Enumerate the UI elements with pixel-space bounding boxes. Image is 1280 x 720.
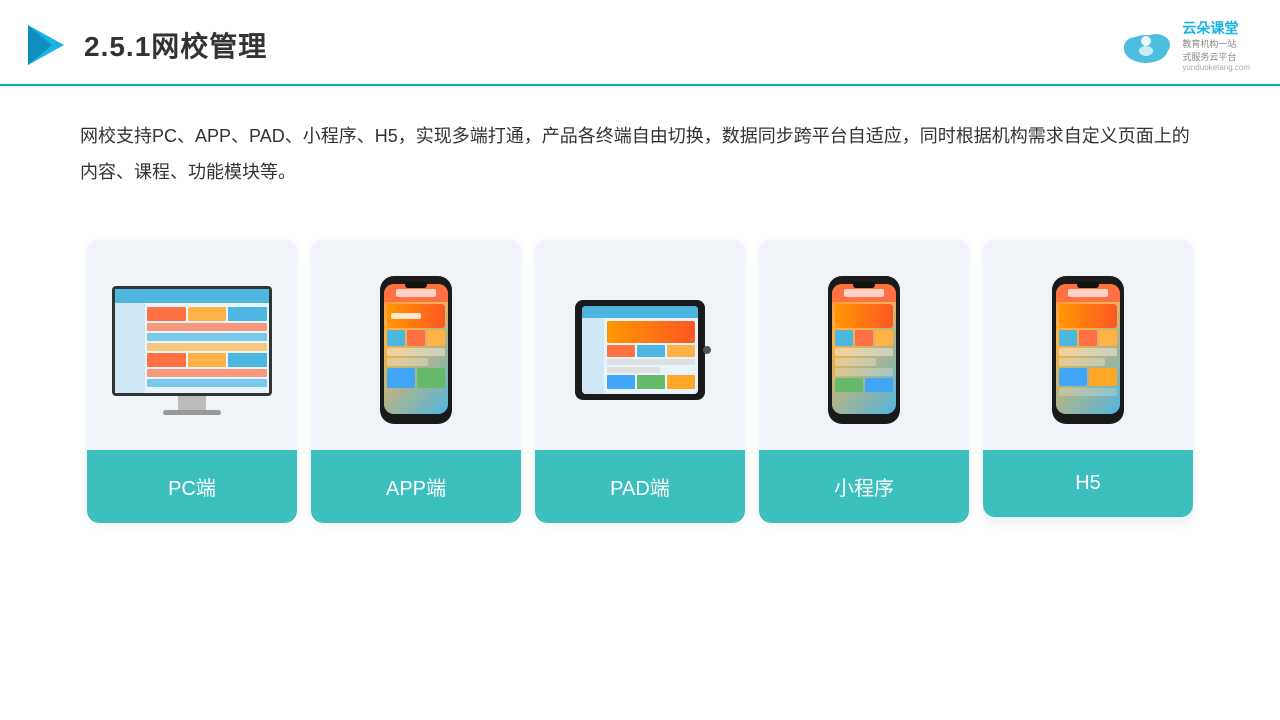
logo-domain: yunduoketang.com (1182, 63, 1250, 72)
monitor-mockup (112, 286, 272, 415)
card-label-pc: PC端 (87, 450, 297, 523)
play-icon (20, 21, 68, 69)
card-label-miniprogram: 小程序 (759, 450, 969, 523)
description-text: 网校支持PC、APP、PAD、小程序、H5，实现多端打通，产品各终端自由切换，数… (0, 86, 1280, 210)
card-image-miniprogram (759, 240, 969, 450)
card-miniprogram: 小程序 (759, 240, 969, 523)
card-label-app: APP端 (311, 450, 521, 523)
card-app: APP端 (311, 240, 521, 523)
card-image-pc (87, 240, 297, 450)
card-image-pad (535, 240, 745, 450)
phone-mockup-h5 (1052, 276, 1124, 424)
card-image-app (311, 240, 521, 450)
page-title: 2.5.1网校管理 (84, 25, 267, 65)
cards-container: PC端 (0, 220, 1280, 543)
logo-text-block: 云朵课堂 教育机构一站 式服务云平台 yunduoketang.com (1182, 18, 1250, 72)
card-label-pad: PAD端 (535, 450, 745, 523)
monitor-screen (112, 286, 272, 396)
logo-subtitle: 教育机构一站 式服务云平台 (1182, 38, 1250, 63)
cloud-logo-icon (1116, 23, 1176, 67)
header-left: 2.5.1网校管理 (20, 21, 267, 69)
card-h5: H5 (983, 240, 1193, 523)
phone-mockup-mini (828, 276, 900, 424)
card-pc: PC端 (87, 240, 297, 523)
card-pad: PAD端 (535, 240, 745, 523)
tablet-mockup (575, 300, 705, 400)
card-label-h5: H5 (983, 450, 1193, 517)
card-image-h5 (983, 240, 1193, 450)
header: 2.5.1网校管理 云朵课堂 教育机构一站 式服务云平台 yunduoketan… (0, 0, 1280, 86)
logo-brand-name: 云朵课堂 (1182, 18, 1250, 38)
phone-mockup-app (380, 276, 452, 424)
logo-area: 云朵课堂 教育机构一站 式服务云平台 yunduoketang.com (1116, 18, 1250, 72)
